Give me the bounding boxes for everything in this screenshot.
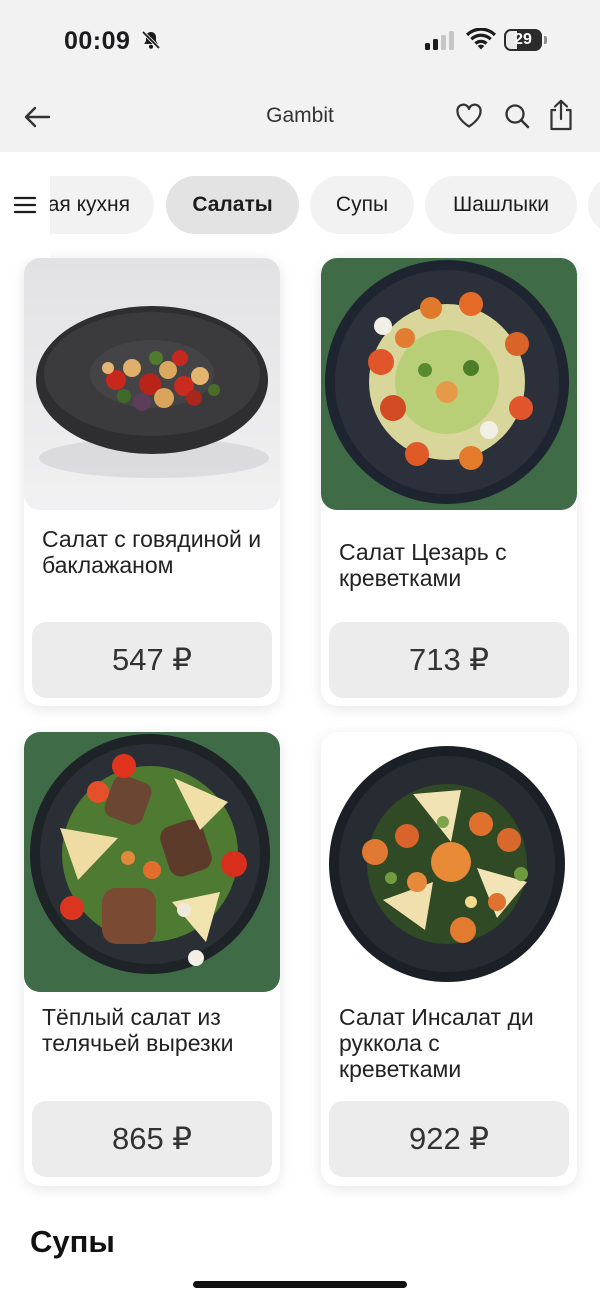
product-name: Салат Инсалат ди руккола с креветками [339, 1004, 534, 1082]
salad-bowl-image [321, 258, 577, 510]
home-indicator[interactable] [193, 1281, 407, 1288]
status-time: 00:09 [64, 27, 131, 55]
price-button[interactable]: 922 ₽ [329, 1101, 569, 1177]
battery-level: 29 [514, 31, 532, 48]
favorite-button[interactable] [452, 98, 486, 134]
search-button[interactable] [500, 98, 534, 134]
category-tab-label: Супы [335, 193, 389, 216]
product-photo-arugula-shrimp [321, 732, 577, 992]
product-grid: Салат с говядиной и баклажаном 547 ₽ Сал… [0, 258, 600, 1208]
category-tab-label: Салаты [192, 193, 273, 216]
salad-bowl-image [321, 732, 577, 992]
heart-icon [456, 103, 482, 128]
product-card[interactable]: Салат Инсалат ди руккола с креветками 92… [321, 732, 577, 1186]
category-tabs: Европейская кухня Салаты Супы Шашлыки [0, 152, 600, 258]
category-tab-next[interactable] [588, 176, 600, 234]
navigation-bar: Gambit [0, 80, 600, 152]
wifi-icon [466, 28, 496, 50]
battery-tip [544, 36, 547, 44]
cellular-signal-icon [425, 31, 454, 50]
bell-muted-icon [141, 30, 161, 50]
salad-bowl-image [24, 258, 280, 510]
category-menu-button[interactable] [0, 152, 50, 258]
product-name: Салат с говядиной и баклажаном [42, 526, 262, 578]
salad-bowl-image [24, 732, 280, 992]
category-tab-soups[interactable]: Супы [310, 176, 414, 234]
product-photo-veal-warm-salad [24, 732, 280, 992]
product-photo-caesar-shrimp [321, 258, 577, 510]
search-icon [505, 104, 530, 129]
category-tab-label: Шашлыки [452, 193, 550, 216]
category-tab-shashlik[interactable]: Шашлыки [425, 176, 577, 234]
category-tab-salads[interactable]: Салаты [166, 176, 299, 234]
product-card[interactable]: Салат Цезарь с креветками 713 ₽ [321, 258, 577, 706]
price-button[interactable]: 547 ₽ [32, 622, 272, 698]
section-heading-soups: Супы [30, 1224, 115, 1259]
product-name: Салат Цезарь с креветками [339, 539, 507, 591]
product-photo-beef-eggplant-salad [24, 258, 280, 510]
price-button[interactable]: 713 ₽ [329, 622, 569, 698]
status-bar: 00:09 29 [0, 0, 600, 80]
share-button[interactable] [544, 96, 578, 134]
product-card[interactable]: Салат с говядиной и баклажаном 547 ₽ [24, 258, 280, 706]
product-name: Тёплый салат из телячьей вырезки [42, 1004, 234, 1056]
price-button[interactable]: 865 ₽ [32, 1101, 272, 1177]
battery-indicator: 29 [504, 29, 542, 51]
hamburger-menu-icon [14, 196, 36, 214]
product-card[interactable]: Тёплый салат из телячьей вырезки 865 ₽ [24, 732, 280, 1186]
share-icon [550, 99, 572, 131]
